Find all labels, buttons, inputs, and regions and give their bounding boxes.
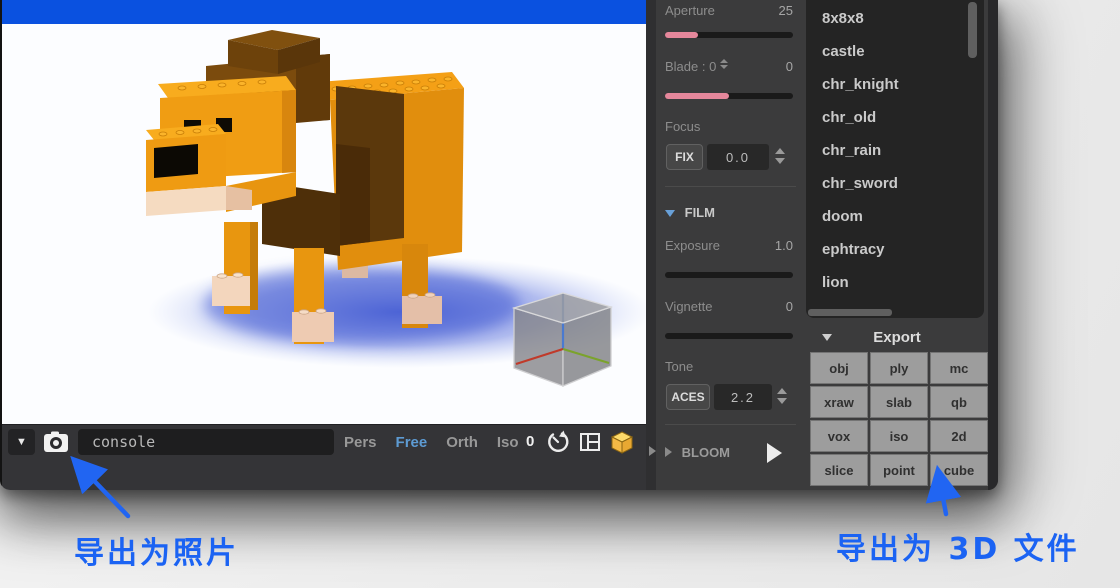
panel-resize-handle[interactable] bbox=[646, 0, 656, 490]
aperture-row: Aperture 25 bbox=[665, 2, 793, 20]
project-file-list: 8x8x8 castle chr_knight chr_old chr_rain… bbox=[806, 0, 984, 318]
export-mc-button[interactable]: mc bbox=[930, 352, 988, 384]
collapse-closed-icon bbox=[665, 447, 672, 457]
divider bbox=[665, 424, 796, 425]
vignette-slider[interactable] bbox=[665, 333, 793, 339]
tone-stepper[interactable] bbox=[776, 384, 788, 410]
focus-fix-button[interactable]: FIX bbox=[666, 144, 703, 170]
export-section-header[interactable]: Export bbox=[806, 326, 988, 350]
export-cube-button[interactable]: cube bbox=[930, 454, 988, 486]
rotate-reset-icon[interactable] bbox=[546, 430, 570, 454]
voxel-cube-icon[interactable] bbox=[610, 430, 634, 454]
view-mode-switcher: Pers Free Orth Iso bbox=[344, 429, 519, 455]
mode-orth[interactable]: Orth bbox=[446, 434, 478, 451]
mode-pers[interactable]: Pers bbox=[344, 434, 377, 451]
render-play-icon[interactable] bbox=[767, 443, 782, 463]
export-iso-button[interactable]: iso bbox=[870, 420, 928, 452]
tone-gamma-input[interactable] bbox=[714, 384, 772, 410]
lion-voxel-scene bbox=[0, 24, 646, 424]
mode-free[interactable]: Free bbox=[396, 434, 428, 451]
collapse-open-icon bbox=[665, 210, 675, 217]
vignette-label: Vignette bbox=[665, 298, 712, 316]
export-slab-button[interactable]: slab bbox=[870, 386, 928, 418]
export-xraw-button[interactable]: xraw bbox=[810, 386, 868, 418]
rotation-value: 0 bbox=[526, 429, 534, 455]
file-list-horizontal-scrollbar[interactable] bbox=[808, 309, 892, 316]
export-header-label: Export bbox=[806, 326, 988, 350]
focus-row: Focus bbox=[665, 118, 793, 136]
focus-value-input[interactable] bbox=[707, 144, 769, 170]
viewport-3d[interactable]: ▼ Pers Free Orth Iso 0 bbox=[0, 0, 646, 490]
exposure-value: 1.0 bbox=[775, 237, 793, 255]
export-vox-button[interactable]: vox bbox=[810, 420, 868, 452]
export-obj-button[interactable]: obj bbox=[810, 352, 868, 384]
tone-aces-button[interactable]: ACES bbox=[666, 384, 710, 410]
aperture-label: Aperture bbox=[665, 2, 715, 20]
blade-slider[interactable] bbox=[665, 93, 793, 99]
camera-settings-panel: Aperture 25 Blade : 0 0 Focus FIX FILM E… bbox=[656, 0, 806, 490]
exposure-row: Exposure 1.0 bbox=[665, 237, 793, 255]
camera-icon bbox=[42, 429, 70, 455]
bloom-header-label: BLOOM bbox=[682, 445, 730, 460]
blade-value: 0 bbox=[786, 58, 793, 76]
export-2d-button[interactable]: 2d bbox=[930, 420, 988, 452]
export-point-button[interactable]: point bbox=[870, 454, 928, 486]
file-item[interactable]: chr_old bbox=[806, 101, 984, 134]
file-item[interactable]: ephtracy bbox=[806, 233, 984, 266]
file-item[interactable]: lion bbox=[806, 266, 984, 299]
console-input[interactable] bbox=[78, 429, 334, 455]
export-ply-button[interactable]: ply bbox=[870, 352, 928, 384]
aperture-value: 25 bbox=[779, 2, 793, 20]
focus-stepper[interactable] bbox=[774, 144, 786, 170]
window-frame-edge bbox=[988, 0, 998, 490]
vignette-row: Vignette 0 bbox=[665, 298, 793, 316]
file-item[interactable]: chr_sword bbox=[806, 167, 984, 200]
blade-row: Blade : 0 0 bbox=[665, 58, 793, 76]
magicavoxel-window: ▼ Pers Free Orth Iso 0 bbox=[0, 0, 998, 490]
annotation-export-3d-file: 导出为 3D 文件 bbox=[836, 524, 1080, 568]
tone-label: Tone bbox=[665, 358, 693, 376]
panel-collapse-arrow-icon[interactable] bbox=[649, 446, 656, 456]
export-qb-button[interactable]: qb bbox=[930, 386, 988, 418]
annotation-export-photo: 导出为照片 bbox=[74, 528, 239, 572]
tone-row: Tone bbox=[665, 358, 793, 376]
console-dropdown-button[interactable]: ▼ bbox=[8, 429, 35, 455]
exposure-label: Exposure bbox=[665, 237, 720, 255]
file-item[interactable]: 8x8x8 bbox=[806, 2, 984, 35]
divider bbox=[665, 186, 796, 187]
export-slice-button[interactable]: slice bbox=[810, 454, 868, 486]
aperture-slider[interactable] bbox=[665, 32, 793, 38]
focus-label: Focus bbox=[665, 118, 700, 136]
screenshot-camera-button[interactable] bbox=[42, 429, 70, 455]
bloom-section-header[interactable]: BLOOM bbox=[665, 443, 796, 463]
viewport-toolbar: ▼ Pers Free Orth Iso 0 bbox=[0, 424, 646, 490]
file-item[interactable]: chr_knight bbox=[806, 68, 984, 101]
blade-stepper[interactable] bbox=[720, 59, 728, 69]
mode-iso[interactable]: Iso bbox=[497, 434, 519, 451]
window-frame-edge bbox=[0, 0, 2, 490]
viewport-top-banner bbox=[0, 0, 646, 24]
file-item[interactable]: chr_rain bbox=[806, 134, 984, 167]
exposure-slider[interactable] bbox=[665, 272, 793, 278]
split-view-icon[interactable] bbox=[578, 430, 602, 454]
blade-label: Blade : 0 bbox=[665, 58, 728, 76]
file-item[interactable]: castle bbox=[806, 35, 984, 68]
file-list-vertical-scrollbar[interactable] bbox=[968, 2, 977, 58]
export-buttons-grid: obj ply mc xraw slab qb vox iso 2d slice… bbox=[810, 352, 988, 486]
vignette-value: 0 bbox=[786, 298, 793, 316]
file-item[interactable]: doom bbox=[806, 200, 984, 233]
view-gizmo-cube[interactable] bbox=[514, 293, 611, 386]
film-header-label: FILM bbox=[685, 205, 715, 220]
film-section-header[interactable]: FILM bbox=[665, 203, 796, 223]
